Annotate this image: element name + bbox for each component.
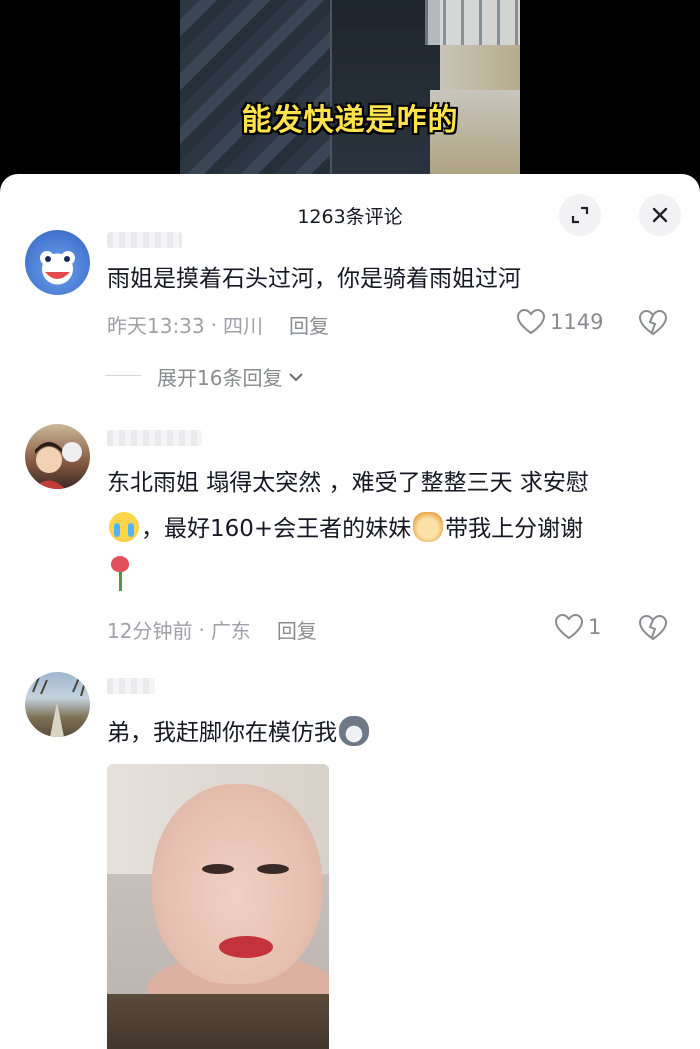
divider [105, 375, 141, 376]
avatar[interactable] [25, 672, 90, 737]
wolf-emoji-icon [339, 716, 369, 746]
comment-time: 12分钟前 [107, 619, 193, 643]
comment-meta: 昨天13:33 · 四川 回复 [107, 310, 329, 339]
reply-button[interactable]: 回复 [289, 310, 329, 339]
comments-sheet: 1263条评论 雨姐是摸着石头过河，你是骑着雨姐过河 昨天13:33 · 四川 … [0, 174, 700, 1049]
expand-button[interactable] [559, 194, 601, 236]
username-blurred[interactable] [107, 430, 202, 446]
video-frame: 能发快递是咋的 [180, 0, 520, 200]
heart-icon [516, 308, 546, 335]
close-button[interactable] [639, 194, 681, 236]
comment-time: 昨天13:33 [107, 314, 205, 338]
comment-image[interactable] [107, 764, 329, 1049]
video-player[interactable]: 能发快递是咋的 [0, 0, 700, 200]
comment-text-part: 带我上分谢谢 [445, 516, 584, 542]
dog-emoji-icon [413, 512, 444, 542]
dislike-button[interactable] [638, 309, 668, 341]
comment-text: 东北雨姐 塌得太突然 ，难受了整整三天 求安慰 ，最好160+会王者的妹妹 带我上… [107, 460, 677, 598]
expand-replies-label: 展开16条回复 [157, 366, 283, 390]
comment-text-part: 弟，我赶脚你在模仿我 [107, 720, 337, 746]
comment-meta: 12分钟前 · 广东 回复 [107, 615, 317, 644]
reply-button[interactable]: 回复 [277, 615, 317, 644]
sheet-header: 1263条评论 [0, 174, 700, 252]
broken-heart-icon [638, 309, 668, 336]
avatar[interactable] [25, 424, 90, 489]
heart-icon [554, 613, 584, 640]
comment-text: 雨姐是摸着石头过河，你是骑着雨姐过河 [107, 266, 521, 292]
comment-text-part: ，最好160+会王者的妹妹 [141, 516, 412, 542]
comment-text: 弟，我赶脚你在模仿我 [107, 710, 677, 756]
comment-location: 四川 [223, 314, 263, 338]
meta-separator: · [210, 312, 217, 337]
crying-emoji-icon [109, 512, 139, 542]
like-button[interactable]: 1 [554, 613, 601, 641]
like-button[interactable]: 1149 [516, 308, 603, 336]
username-blurred[interactable] [107, 232, 182, 248]
like-count: 1 [588, 615, 602, 639]
comment-text-part: 东北雨姐 塌得太突然 ，难受了整整三天 求安慰 [107, 470, 589, 496]
dislike-button[interactable] [638, 614, 668, 646]
chevron-down-icon [289, 372, 304, 381]
rose-emoji-icon [109, 556, 131, 592]
expand-icon [571, 206, 589, 224]
username-blurred[interactable] [107, 678, 155, 694]
like-count: 1149 [550, 310, 604, 334]
expand-replies-button[interactable]: 展开16条回复 [105, 362, 306, 391]
avatar[interactable] [25, 230, 90, 295]
meta-separator: · [198, 617, 205, 642]
comment-location: 广东 [210, 619, 251, 643]
video-caption: 能发快递是咋的 [241, 103, 459, 138]
close-icon [652, 207, 668, 223]
broken-heart-icon [638, 614, 668, 641]
